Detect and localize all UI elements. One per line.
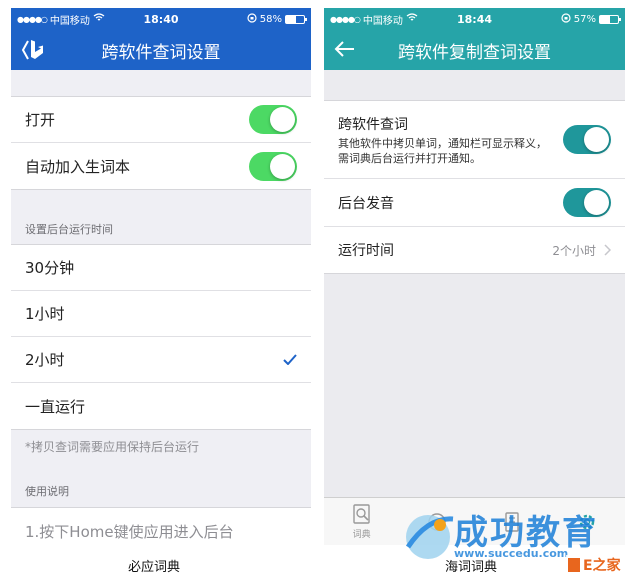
battery-icon: [285, 14, 307, 24]
option-label: 一直运行: [25, 397, 86, 416]
corner-text: E之家: [583, 558, 621, 574]
option-always[interactable]: 一直运行: [11, 383, 311, 429]
chevron-right-icon: [604, 244, 611, 256]
watermark-corner: E之家: [566, 555, 623, 575]
option-2h[interactable]: 2小时: [11, 337, 311, 383]
wifi-icon: [93, 13, 105, 25]
rotation-lock-icon: [561, 12, 571, 26]
dictionary-icon: [352, 504, 370, 524]
back-button[interactable]: [21, 38, 47, 62]
bing-back-logo-icon: [21, 40, 43, 60]
status-time: 18:44: [456, 12, 493, 26]
dictcn-settings-screen: ●●●●○ 中国移动 18:44 57% 跨软件复制查词设置 跨软件查词 其他软…: [324, 8, 625, 545]
bg-audio-switch[interactable]: [563, 188, 611, 217]
carrier-info: ●●●●○ 中国移动: [17, 12, 105, 27]
option-label: 1小时: [25, 305, 65, 323]
auto-add-vocab-switch[interactable]: [249, 151, 297, 181]
run-time-options: 30分钟 1小时 2小时 一直运行: [11, 244, 311, 430]
watermark-url: www.succedu.com: [454, 547, 569, 560]
runtime-row[interactable]: 运行时间 2个小时: [324, 227, 625, 273]
carrier-label: 中国移动: [49, 15, 90, 27]
status-bar: ●●●●○ 中国移动 18:40 58%: [11, 8, 311, 30]
status-bar: ●●●●○ 中国移动 18:44 57%: [324, 8, 625, 30]
nav-bar: 跨软件查词设置: [11, 30, 311, 70]
bg-audio-row: 后台发音: [324, 179, 625, 227]
battery-percent: 57%: [573, 13, 596, 25]
tab-dictionary[interactable]: 词典: [324, 498, 399, 545]
status-time: 18:40: [143, 12, 179, 26]
tab-label: 词典: [352, 530, 371, 540]
bg-audio-label: 后台发音: [338, 195, 394, 212]
footnote: *拷贝查词需要应用保持后台运行: [25, 440, 200, 454]
back-arrow-icon: [334, 41, 354, 57]
usage-step-text: 1.按下Home键使应用进入后台: [25, 522, 234, 541]
signal-dots-icon: ●●●●○: [330, 14, 361, 24]
option-label: 2小时: [25, 351, 65, 369]
watermark-logo: 成功教育 www.succedu.com E之家: [398, 503, 630, 575]
battery-icon: [599, 14, 621, 24]
toggle-label: 自动加入生词本: [25, 157, 131, 176]
nav-bar: 跨软件复制查词设置: [324, 30, 625, 70]
carrier-label: 中国移动: [362, 15, 403, 27]
bing-settings-screen: ●●●●○ 中国移动 18:40 58% 跨软件查词设置 打开 自动加入生词本 …: [11, 8, 311, 545]
runtime-value: 2个小时: [552, 243, 596, 258]
section-header-usage: 使用说明: [25, 485, 69, 498]
watermark-globe-icon: [405, 515, 454, 559]
toggle-row-auto-add: 自动加入生词本: [11, 143, 311, 189]
cross-app-lookup-row: 跨软件查词 其他软件中拷贝单词，通知栏可显示释义，需词典后台运行并打开通知。: [324, 101, 625, 179]
settings-group: 跨软件查词 其他软件中拷贝单词，通知栏可显示释义，需词典后台运行并打开通知。 后…: [324, 100, 625, 274]
cross-app-lookup-switch[interactable]: [563, 125, 611, 154]
caption-bing: 必应词典: [128, 560, 181, 575]
toggle-row-enable: 打开: [11, 97, 311, 143]
signal-dots-icon: ●●●●○: [17, 14, 48, 24]
option-30min[interactable]: 30分钟: [11, 245, 311, 291]
cross-app-lookup-desc: 其他软件中拷贝单词，通知栏可显示释义，需词典后台运行并打开通知。: [338, 136, 547, 165]
toggle-label: 打开: [25, 111, 56, 129]
option-1h[interactable]: 1小时: [11, 291, 311, 337]
carrier-info: ●●●●○ 中国移动: [330, 12, 418, 27]
page-title: 跨软件查词设置: [101, 42, 221, 63]
enable-switch[interactable]: [249, 105, 297, 134]
cross-app-lookup-label: 跨软件查词: [338, 116, 408, 133]
toggle-group: 打开 自动加入生词本: [11, 96, 311, 190]
page-title: 跨软件复制查词设置: [398, 42, 551, 63]
usage-step: 1.按下Home键使应用进入后台: [11, 508, 311, 545]
checkmark-icon: [283, 351, 297, 369]
wifi-icon: [406, 13, 418, 25]
rotation-lock-icon: [247, 12, 257, 26]
usage-group: 1.按下Home键使应用进入后台: [11, 507, 311, 545]
battery-percent: 58%: [259, 13, 282, 25]
runtime-label: 运行时间: [338, 243, 394, 259]
option-label: 30分钟: [25, 259, 75, 277]
back-arrow-button[interactable]: [334, 40, 356, 58]
corner-logo-icon: [568, 558, 580, 572]
section-header-run-time: 设置后台运行时间: [25, 223, 113, 236]
